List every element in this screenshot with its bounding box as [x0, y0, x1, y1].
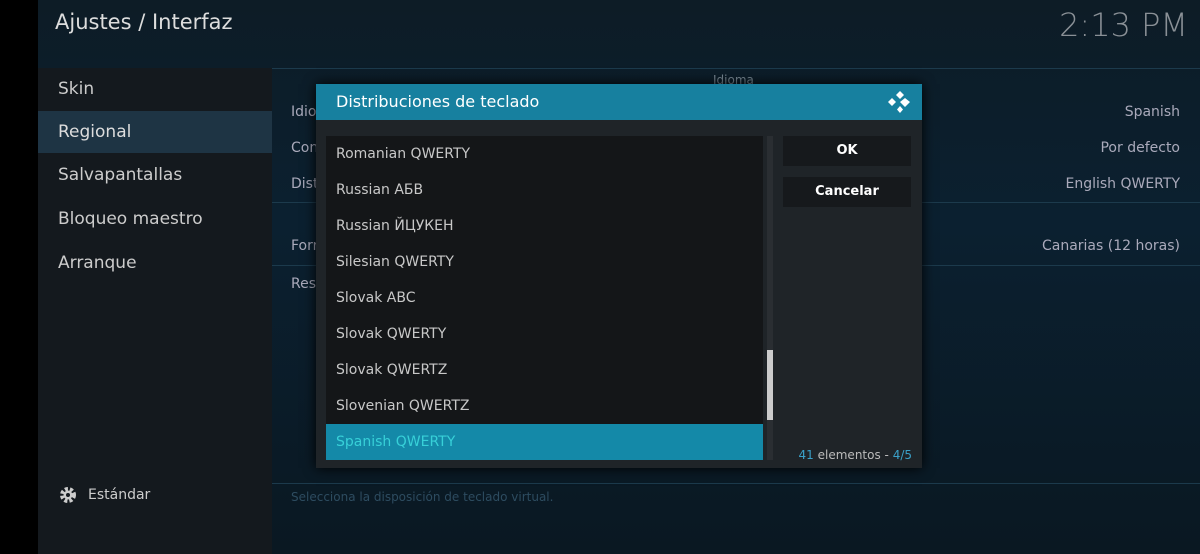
setting-label: Idio	[291, 104, 317, 120]
setting-hint: Selecciona la disposición de teclado vir…	[291, 490, 554, 504]
list-item[interactable]: Slovenian QWERTZ	[326, 388, 763, 424]
setting-label: Dist	[291, 176, 319, 192]
list-item[interactable]: Slovak ABC	[326, 280, 763, 316]
list-item[interactable]: Slovak QWERTZ	[326, 352, 763, 388]
layout-list[interactable]: Romanian QWERTY Russian АБВ Russian ЙЦУК…	[326, 136, 763, 460]
dialog-header: Distribuciones de teclado	[316, 84, 922, 120]
divider	[272, 68, 1200, 69]
list-item[interactable]: Russian ЙЦУКЕН	[326, 208, 763, 244]
list-item-selected[interactable]: Spanish QWERTY	[326, 424, 763, 460]
clock: 2:13 PM	[1059, 6, 1188, 44]
setting-label: Res	[291, 276, 317, 292]
list-item[interactable]: Slovak QWERTY	[326, 316, 763, 352]
kodi-logo-icon	[888, 91, 910, 113]
setting-value: Por defecto	[1100, 140, 1180, 156]
item-count: 41 elementos - 4/5	[799, 448, 912, 462]
dialog-title: Distribuciones de teclado	[336, 92, 540, 111]
sidebar: Skin Regional Salvapantallas Bloqueo mae…	[38, 68, 272, 554]
keyboard-layout-dialog: Distribuciones de teclado Romanian QWERT…	[316, 84, 922, 468]
sidebar-item-arranque[interactable]: Arranque	[38, 242, 272, 284]
page-title: Ajustes / Interfaz	[55, 10, 233, 34]
item-count-label: elementos -	[813, 448, 893, 462]
setting-value: Spanish	[1124, 104, 1180, 120]
setting-value: Canarias (12 horas)	[1041, 238, 1180, 254]
sidebar-item-skin[interactable]: Skin	[38, 68, 272, 110]
list-item[interactable]: Romanian QWERTY	[326, 136, 763, 172]
gear-icon	[60, 487, 76, 503]
setting-value: English QWERTY	[1065, 176, 1180, 192]
page-indicator: 4/5	[892, 448, 912, 462]
setting-label: Con	[291, 140, 319, 156]
list-item[interactable]: Russian АБВ	[326, 172, 763, 208]
sidebar-item-regional[interactable]: Regional	[38, 111, 272, 153]
sidebar-item-bloqueo-maestro[interactable]: Bloqueo maestro	[38, 198, 272, 240]
settings-level-button[interactable]: Estándar	[58, 485, 150, 505]
sidebar-item-salvapantallas[interactable]: Salvapantallas	[38, 154, 272, 196]
divider	[272, 483, 1200, 484]
scrollbar[interactable]	[767, 136, 773, 460]
scrollbar-thumb[interactable]	[767, 350, 773, 420]
item-count-number: 41	[798, 448, 814, 462]
ok-button[interactable]: OK	[783, 136, 911, 166]
setting-label: Forr	[291, 238, 319, 254]
cancel-button[interactable]: Cancelar	[783, 177, 911, 207]
list-item[interactable]: Silesian QWERTY	[326, 244, 763, 280]
settings-level-label: Estándar	[88, 487, 151, 503]
